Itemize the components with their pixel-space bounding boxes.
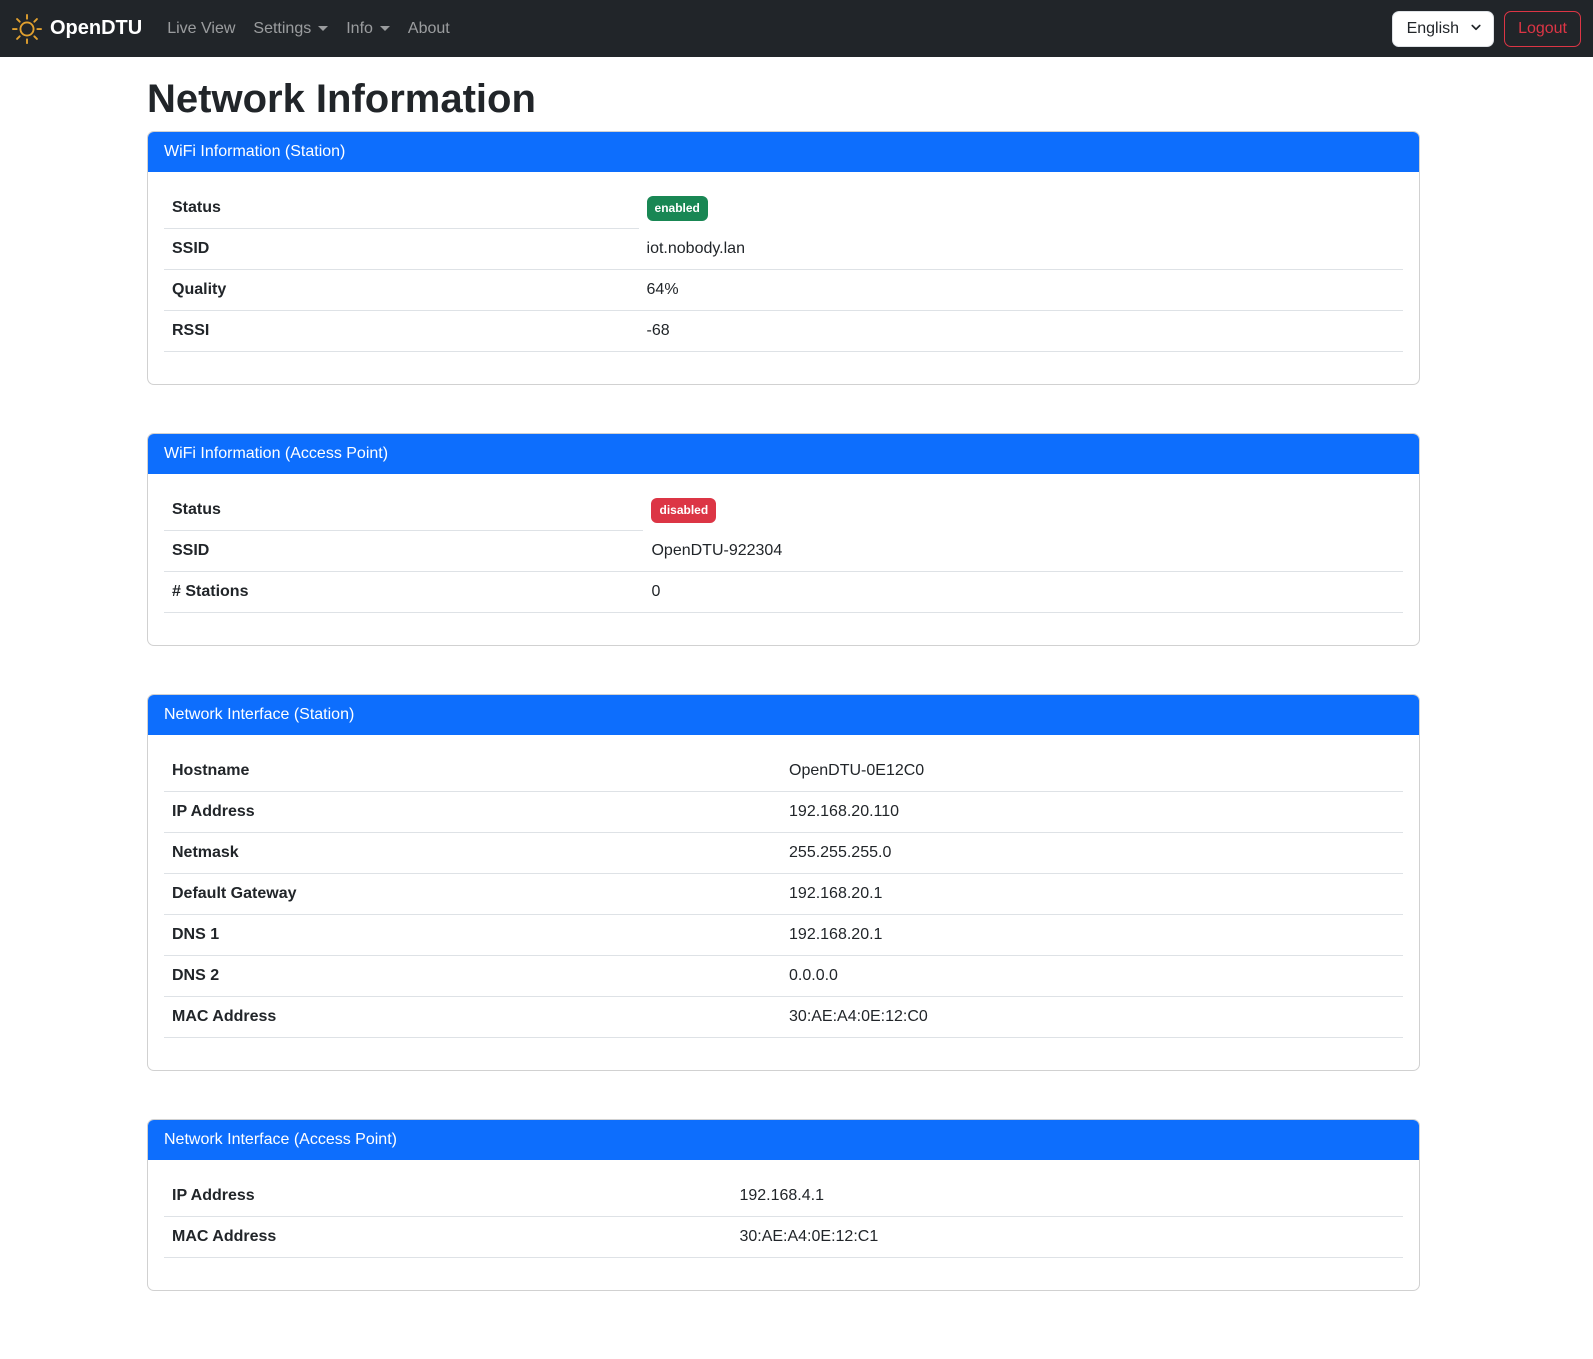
row-label: Netmask: [164, 833, 781, 874]
table-row: SSIDOpenDTU-922304: [164, 531, 1403, 572]
card: Network Interface (Access Point) IP Addre…: [147, 1119, 1420, 1291]
row-label: Quality: [164, 270, 639, 311]
card-header: WiFi Information (Station): [148, 132, 1419, 172]
row-label: DNS 2: [164, 956, 781, 997]
row-value: 192.168.20.110: [781, 792, 1403, 833]
card: WiFi Information (Access Point) Status dis…: [147, 433, 1420, 646]
sun-icon: [12, 14, 42, 44]
table-row: Netmask255.255.255.0: [164, 833, 1403, 874]
info-table: Status enabled SSIDiot.nobody.lanQuality64…: [164, 188, 1403, 352]
table-row: DNS 20.0.0.0: [164, 956, 1403, 997]
brand[interactable]: OpenDTU: [12, 14, 142, 44]
card-header: Network Interface (Access Point): [148, 1120, 1419, 1160]
row-label: Status: [164, 188, 639, 229]
row-value: disabled: [643, 490, 1403, 531]
page-title: Network Information: [147, 75, 1420, 123]
nav-about[interactable]: About: [399, 12, 459, 46]
card: WiFi Information (Station)StatusenabledS…: [147, 131, 1420, 385]
row-value: OpenDTU-0E12C0: [781, 751, 1403, 792]
row-label: Default Gateway: [164, 874, 781, 915]
table-row: # Stations0: [164, 572, 1403, 613]
row-value: 30:AE:A4:0E:12:C0: [781, 997, 1403, 1038]
nav-settings[interactable]: Settings: [244, 12, 337, 46]
table-row: Status disabled: [164, 490, 1403, 531]
chevron-down-icon: [380, 26, 390, 31]
row-label: IP Address: [164, 792, 781, 833]
row-label: MAC Address: [164, 997, 781, 1038]
table-row: HostnameOpenDTU-0E12C0: [164, 751, 1403, 792]
status-badge: disabled: [651, 498, 716, 523]
main-content: Network Information WiFi Information (St…: [147, 75, 1420, 1291]
row-value: 192.168.4.1: [731, 1176, 1403, 1217]
row-value: 64%: [639, 270, 1403, 311]
row-value: iot.nobody.lan: [639, 229, 1403, 270]
language-select[interactable]: English: [1392, 11, 1494, 47]
table-row: SSIDiot.nobody.lan: [164, 229, 1403, 270]
row-label: SSID: [164, 531, 643, 572]
card-body: Status enabled SSIDiot.nobody.lanQuality64…: [148, 172, 1419, 384]
row-value: enabled: [639, 188, 1403, 229]
row-value: -68: [639, 311, 1403, 352]
cards-container: WiFi Information (Station)StatusenabledS…: [147, 131, 1420, 1291]
row-label: SSID: [164, 229, 639, 270]
status-badge: enabled: [647, 196, 708, 221]
row-value: 0: [643, 572, 1403, 613]
row-value: 192.168.20.1: [781, 874, 1403, 915]
row-label: Status: [164, 490, 643, 531]
nav-live-view[interactable]: Live View: [158, 12, 244, 46]
table-row: IP Address192.168.4.1: [164, 1176, 1403, 1217]
row-label: RSSI: [164, 311, 639, 352]
row-label: IP Address: [164, 1176, 731, 1217]
table-row: Default Gateway192.168.20.1: [164, 874, 1403, 915]
row-value: 192.168.20.1: [781, 915, 1403, 956]
table-row: MAC Address30:AE:A4:0E:12:C1: [164, 1217, 1403, 1258]
row-label: DNS 1: [164, 915, 781, 956]
table-row: Quality64%: [164, 270, 1403, 311]
info-table: IP Address192.168.4.1MAC Address30:AE:A4…: [164, 1176, 1403, 1258]
navbar: OpenDTU Live View Settings Info About En…: [0, 0, 1593, 57]
nav-links: Live View Settings Info About: [158, 12, 459, 46]
info-table: HostnameOpenDTU-0E12C0IP Address192.168.…: [164, 751, 1403, 1038]
chevron-down-icon: [1470, 18, 1482, 40]
brand-label: OpenDTU: [50, 17, 142, 40]
navbar-right: English Logout: [1392, 11, 1581, 47]
card-body: Status disabled SSIDOpenDTU-922304# Statio…: [148, 474, 1419, 645]
info-table: Status disabled SSIDOpenDTU-922304# Statio…: [164, 490, 1403, 613]
card-body: HostnameOpenDTU-0E12C0IP Address192.168.…: [148, 735, 1419, 1070]
nav-settings-label: Settings: [253, 20, 311, 38]
table-row: MAC Address30:AE:A4:0E:12:C0: [164, 997, 1403, 1038]
logout-button[interactable]: Logout: [1504, 11, 1581, 47]
row-value: 0.0.0.0: [781, 956, 1403, 997]
card-header: Network Interface (Station): [148, 695, 1419, 735]
table-row: RSSI-68: [164, 311, 1403, 352]
card-header: WiFi Information (Access Point): [148, 434, 1419, 474]
table-row: IP Address192.168.20.110: [164, 792, 1403, 833]
row-value: 255.255.255.0: [781, 833, 1403, 874]
row-value: 30:AE:A4:0E:12:C1: [731, 1217, 1403, 1258]
nav-info[interactable]: Info: [337, 12, 399, 46]
language-select-value: English: [1407, 20, 1459, 37]
nav-info-label: Info: [346, 20, 373, 38]
row-label: Hostname: [164, 751, 781, 792]
row-label: MAC Address: [164, 1217, 731, 1258]
chevron-down-icon: [318, 26, 328, 31]
table-row: DNS 1192.168.20.1: [164, 915, 1403, 956]
card: Network Interface (Station) HostnameOpenD…: [147, 694, 1420, 1071]
table-row: Status enabled: [164, 188, 1403, 229]
row-label: # Stations: [164, 572, 643, 613]
card-body: IP Address192.168.4.1MAC Address30:AE:A4…: [148, 1160, 1419, 1290]
row-value: OpenDTU-922304: [643, 531, 1403, 572]
